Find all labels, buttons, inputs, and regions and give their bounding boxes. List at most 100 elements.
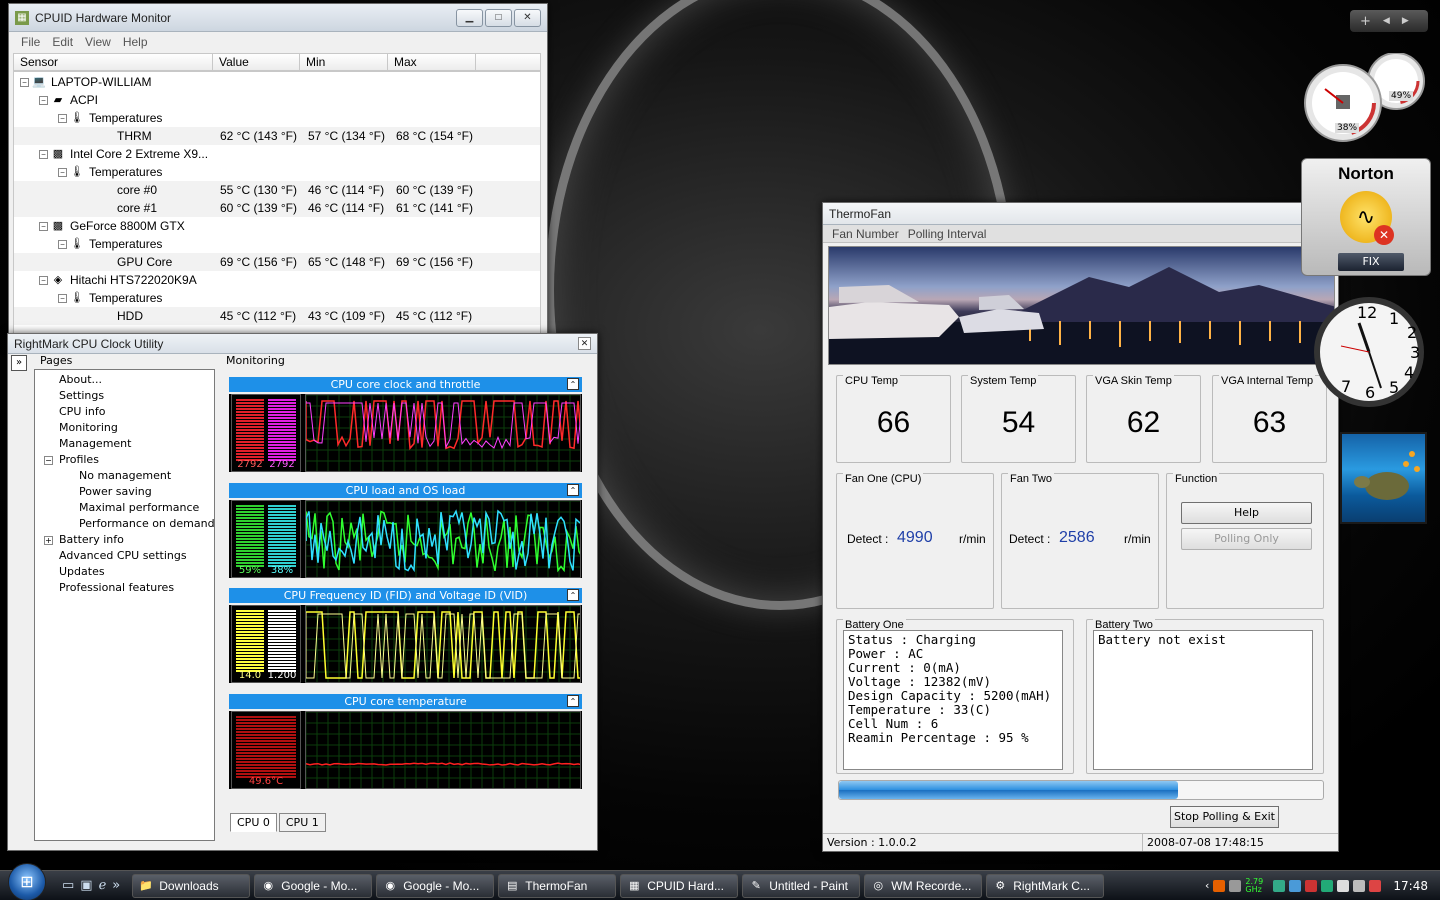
col-value[interactable]: Value	[213, 54, 300, 70]
collapse-toggle-icon[interactable]: −	[39, 150, 48, 159]
globe-tray-icon[interactable]	[1321, 879, 1334, 892]
collapse-chevron-icon[interactable]: ⌃	[567, 589, 579, 601]
cpuid-window[interactable]: ▦ CPUID Hardware Monitor ▁ □ ✕ File Edit…	[8, 3, 548, 348]
page-item[interactable]: Performance on demand	[79, 517, 215, 530]
collapse-toggle-icon[interactable]: −	[39, 276, 48, 285]
page-item[interactable]: Advanced CPU settings	[59, 549, 187, 562]
menu-polling-interval[interactable]: Polling Interval	[899, 227, 987, 241]
cpu-meter-gadget[interactable]: 38% 49%	[1303, 52, 1428, 143]
sensor-group-row[interactable]: − ▩ Intel Core 2 Extreme X9...	[14, 145, 540, 163]
cpu-frequency-tray[interactable]: 2.79 GHz	[1245, 877, 1269, 894]
add-gadget-icon[interactable]: +	[1360, 14, 1371, 29]
page-item[interactable]: Monitoring	[59, 421, 118, 434]
prev-icon[interactable]: ◀	[1383, 16, 1390, 26]
firefox-tray-icon[interactable]	[1213, 879, 1226, 892]
sensor-group-row[interactable]: − 🌡 Temperatures	[14, 163, 540, 181]
taskbar-button-paint[interactable]: ✎ Untitled - Paint	[742, 873, 861, 898]
menu-fan-number[interactable]: Fan Number	[823, 227, 899, 241]
taskbar-button-wm-recorder[interactable]: ◎ WM Recorde...	[864, 873, 983, 898]
col-sensor[interactable]: Sensor	[14, 54, 213, 70]
collapse-toggle-icon[interactable]: −	[58, 168, 67, 177]
menu-help[interactable]: Help	[117, 35, 154, 49]
collapse-toggle-icon[interactable]: −	[39, 222, 48, 231]
taskbar-clock[interactable]: 17:48	[1393, 879, 1428, 893]
collapse-toggle-icon[interactable]: −	[58, 114, 67, 123]
collapse-chevron-icon[interactable]: ⌃	[567, 695, 579, 707]
power-tray-icon[interactable]	[1337, 879, 1350, 892]
sensor-row[interactable]: THRM 62 °C (143 °F) 57 °C (134 °F) 68 °C (1…	[14, 127, 540, 145]
page-item[interactable]: CPU info	[59, 405, 106, 418]
polling-only-button[interactable]: Polling Only	[1181, 528, 1312, 550]
menu-edit[interactable]: Edit	[46, 35, 79, 49]
page-item[interactable]: Maximal performance	[79, 501, 199, 514]
thermofan-titlebar[interactable]: ThermoFan	[823, 203, 1338, 225]
taskbar-button-downloads[interactable]: 📁 Downloads	[132, 873, 251, 898]
sensor-group-row[interactable]: − 💻 LAPTOP-WILLIAM	[14, 73, 540, 91]
col-min[interactable]: Min	[300, 54, 388, 70]
network-tray-icon[interactable]	[1273, 879, 1286, 892]
clock-gadget[interactable]: 12 1 2 3 4 5 6 7	[1313, 291, 1428, 413]
internet-explorer-icon[interactable]: ℯ	[99, 878, 107, 893]
profiles-collapse-icon[interactable]: −	[44, 456, 53, 465]
minimize-button[interactable]: ▁	[456, 8, 483, 27]
quick-launch-more-icon[interactable]: »	[112, 878, 120, 893]
sensor-group-row[interactable]: − ▩ GeForce 8800M GTX	[14, 217, 540, 235]
start-button[interactable]: ⊞	[8, 862, 46, 900]
battery-info-expand-icon[interactable]: +	[44, 536, 53, 545]
switch-windows-icon[interactable]: ▣	[80, 878, 92, 893]
taskbar-button-cpuid[interactable]: ▦ CPUID Hard...	[620, 873, 739, 898]
page-item[interactable]: Management	[59, 437, 131, 450]
collapse-toggle-icon[interactable]: −	[58, 240, 67, 249]
help-button[interactable]: Help	[1181, 502, 1312, 524]
sensor-row[interactable]: core #1 60 °C (139 °F) 46 °C (114 °F) 61 °C…	[14, 199, 540, 217]
page-item[interactable]: Battery info	[59, 533, 124, 546]
rmclock-window[interactable]: RightMark CPU Clock Utility ✕ » Pages Ab…	[7, 333, 598, 851]
page-item[interactable]: Professional features	[59, 581, 174, 594]
page-item[interactable]: No management	[79, 469, 171, 482]
taskbar-button-google-firefox-2[interactable]: ◉ Google - Mo...	[376, 873, 495, 898]
collapse-toggle-icon[interactable]: −	[39, 96, 48, 105]
page-item[interactable]: About...	[59, 373, 102, 386]
thermofan-window[interactable]: ThermoFan Fan Number Polling Interval CP…	[822, 202, 1339, 852]
sensor-row[interactable]: core #0 55 °C (130 °F) 46 °C (114 °F) 60 °C…	[14, 181, 540, 199]
collapse-chevron-icon[interactable]: ⌃	[567, 378, 579, 390]
show-desktop-icon[interactable]: ▭	[62, 878, 74, 893]
mute-tray-icon[interactable]	[1369, 879, 1382, 892]
collapse-toggle-icon[interactable]: −	[58, 294, 67, 303]
sensor-group-row[interactable]: − 🌡 Temperatures	[14, 109, 540, 127]
maximize-button[interactable]: □	[485, 8, 512, 27]
sensor-tree[interactable]: − 💻 LAPTOP-WILLIAM − ▰ ACPI − 🌡 Temperatures THRM…	[13, 71, 541, 341]
sensor-row[interactable]: GPU Core 69 °C (156 °F) 65 °C (148 °F) 69 °…	[14, 253, 540, 271]
sensor-row[interactable]: HDD 45 °C (112 °F) 43 °C (109 °F) 45 °C (11…	[14, 307, 540, 325]
sensor-group-row[interactable]: − ▰ ACPI	[14, 91, 540, 109]
col-max[interactable]: Max	[388, 54, 476, 70]
sensor-group-row[interactable]: − 🌡 Temperatures	[14, 235, 540, 253]
pages-tree[interactable]: About... Settings CPU info Monitoring Manage…	[34, 369, 215, 841]
slideshow-gadget[interactable]	[1340, 432, 1427, 524]
stop-polling-exit-button[interactable]: Stop Polling & Exit	[1170, 806, 1279, 828]
close-button[interactable]: ✕	[578, 337, 591, 350]
page-item[interactable]: Profiles	[59, 453, 99, 466]
settings-tray-icon[interactable]	[1229, 879, 1242, 892]
taskbar-button-google-firefox-1[interactable]: ◉ Google - Mo...	[254, 873, 373, 898]
tab-cpu-1[interactable]: CPU 1	[278, 813, 326, 832]
rmclock-titlebar[interactable]: RightMark CPU Clock Utility ✕	[8, 334, 597, 354]
page-item[interactable]: Settings	[59, 389, 104, 402]
collapse-chevron-icon[interactable]: ⌃	[567, 484, 579, 496]
taskbar-button-rightmark[interactable]: ⚙ RightMark C...	[986, 873, 1105, 898]
tab-cpu-0[interactable]: CPU 0	[230, 813, 277, 832]
sensor-group-row[interactable]: − 🌡 Temperatures	[14, 289, 540, 307]
pages-toggle-button[interactable]: »	[11, 355, 27, 371]
shield-tray-icon[interactable]	[1305, 879, 1318, 892]
tray-expand-icon[interactable]: ‹	[1205, 879, 1209, 892]
menu-file[interactable]: File	[15, 35, 46, 49]
sensor-group-row[interactable]: − ◈ Hitachi HTS722020K9A	[14, 271, 540, 289]
close-button[interactable]: ✕	[514, 8, 541, 27]
norton-gadget[interactable]: Norton ∿ ✕ FIX	[1301, 158, 1431, 276]
page-item[interactable]: Updates	[59, 565, 105, 578]
page-item[interactable]: Power saving	[79, 485, 152, 498]
menu-view[interactable]: View	[79, 35, 117, 49]
cpuid-titlebar[interactable]: ▦ CPUID Hardware Monitor ▁ □ ✕	[9, 4, 547, 32]
taskbar-button-thermofan[interactable]: ▤ ThermoFan	[498, 873, 617, 898]
norton-fix-button[interactable]: FIX	[1338, 253, 1404, 271]
